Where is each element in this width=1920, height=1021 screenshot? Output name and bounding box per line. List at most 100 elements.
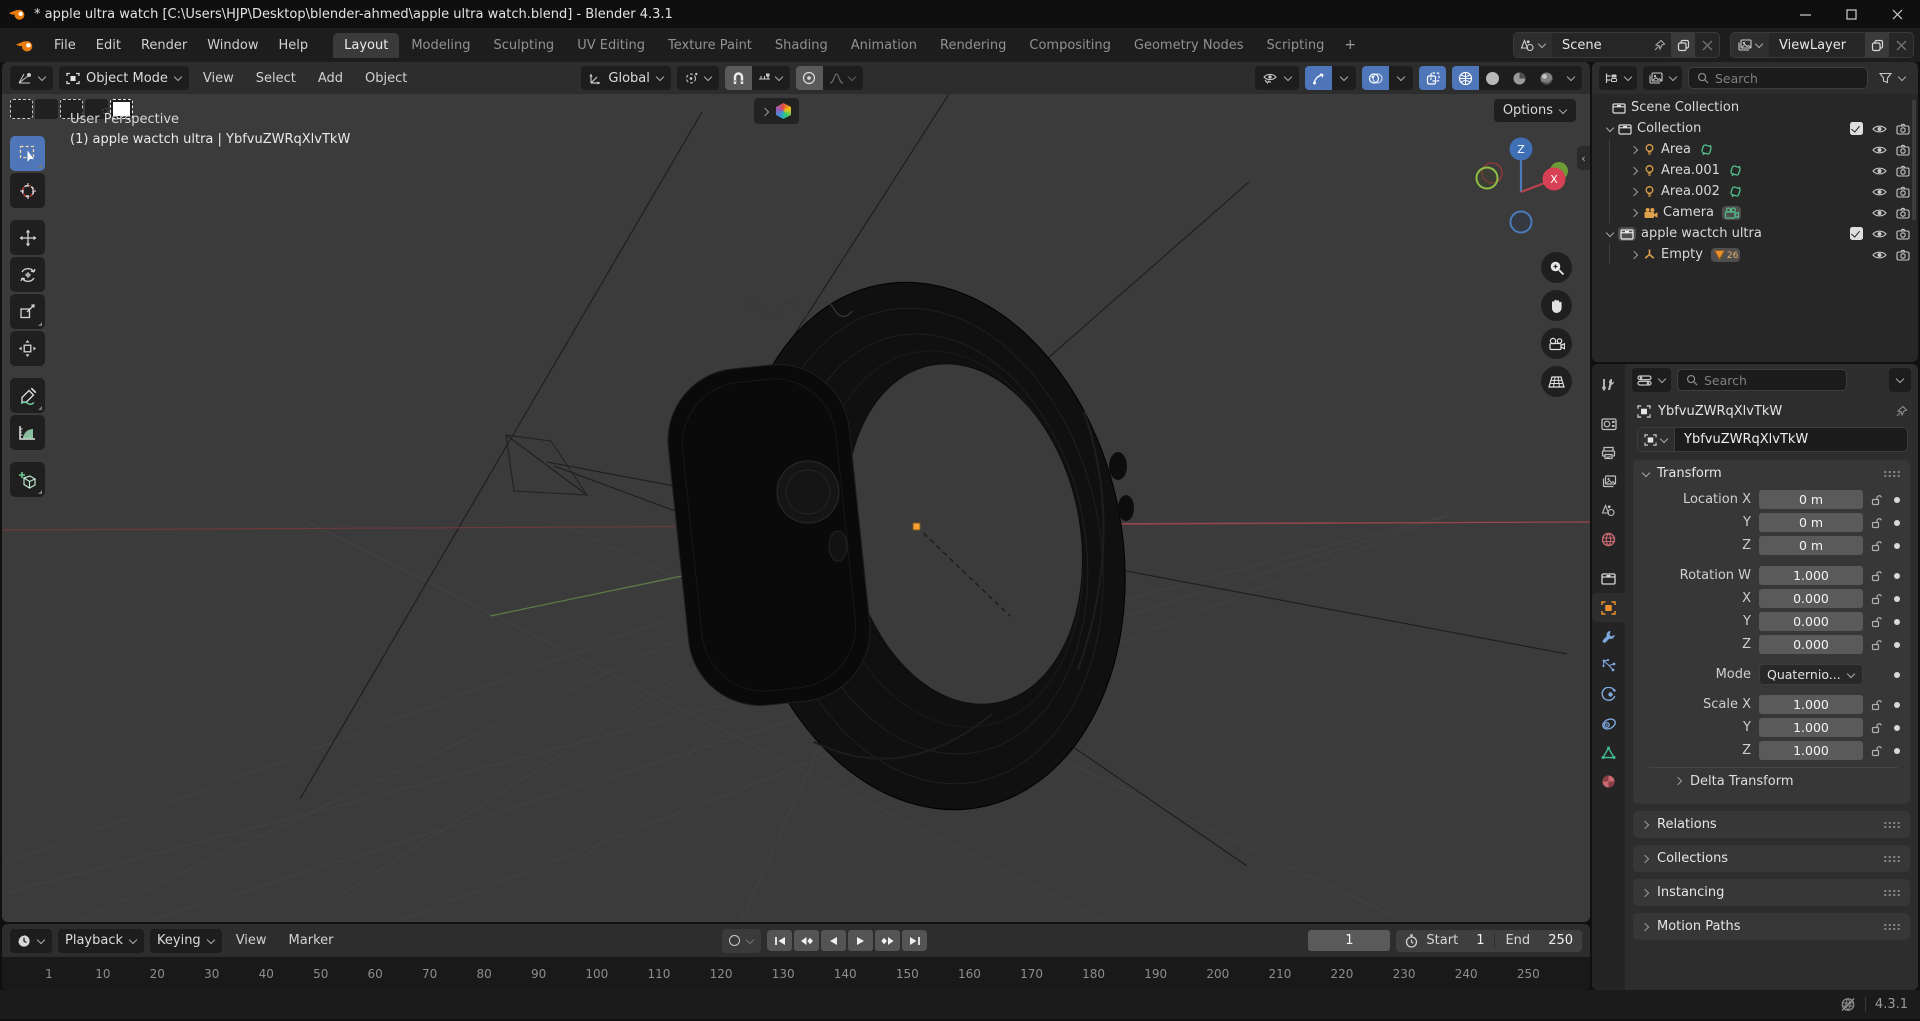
lock-icon[interactable] bbox=[1863, 745, 1889, 757]
tab-object[interactable] bbox=[1592, 593, 1625, 622]
workspace-tab-shading[interactable]: Shading bbox=[764, 33, 839, 58]
tab-constraints[interactable] bbox=[1592, 709, 1625, 738]
scale-x-field[interactable]: 1.000 bbox=[1759, 695, 1863, 714]
tab-physics[interactable] bbox=[1592, 680, 1625, 709]
frame-tick[interactable]: 130 bbox=[772, 967, 795, 981]
pan-button[interactable] bbox=[1541, 290, 1572, 321]
drag-grip-icon[interactable] bbox=[1883, 922, 1901, 931]
hide-viewport-toggle[interactable] bbox=[1868, 144, 1891, 156]
outliner-row-camera[interactable]: Camera bbox=[1592, 202, 1918, 223]
properties-search[interactable] bbox=[1677, 369, 1847, 391]
workspace-tab-rendering[interactable]: Rendering bbox=[929, 33, 1017, 58]
play-reverse-button[interactable] bbox=[821, 930, 847, 951]
move-tool[interactable] bbox=[10, 220, 45, 255]
add-workspace-button[interactable]: + bbox=[1336, 32, 1364, 58]
overlay-settings-dropdown[interactable] bbox=[1389, 66, 1413, 90]
animate-dot[interactable] bbox=[1889, 671, 1905, 678]
outliner-row-area-001[interactable]: Area.001 bbox=[1592, 160, 1918, 181]
disable-render-toggle[interactable] bbox=[1891, 144, 1914, 156]
frame-tick[interactable]: 220 bbox=[1331, 967, 1354, 981]
viewport-canvas[interactable]: Options ‹ User Perspective (1) apple wac… bbox=[2, 94, 1590, 922]
expand-area-icon[interactable] bbox=[1631, 146, 1639, 154]
collection-checkbox[interactable] bbox=[1845, 227, 1868, 240]
rotation-y-field[interactable]: 0.000 bbox=[1759, 612, 1863, 631]
location-x-field[interactable]: 0 m bbox=[1759, 490, 1863, 509]
scale-tool[interactable] bbox=[10, 294, 45, 329]
outliner-row-area[interactable]: Area bbox=[1592, 139, 1918, 160]
rotation-mode-dropdown[interactable]: Quaternio... bbox=[1759, 664, 1863, 685]
timeline-ruler[interactable]: 1 10 20 30 40 50 60 70 80 90 100 110 120 130 140 150 160… bbox=[2, 957, 1590, 990]
menu-edit[interactable]: Edit bbox=[87, 33, 130, 57]
workspace-tab-layout[interactable]: Layout bbox=[333, 33, 400, 58]
lock-icon[interactable] bbox=[1863, 494, 1889, 506]
relations-panel[interactable]: Relations bbox=[1633, 811, 1910, 838]
frame-tick[interactable]: 200 bbox=[1206, 967, 1229, 981]
rotation-z-field[interactable]: 0.000 bbox=[1759, 635, 1863, 654]
menu-help[interactable]: Help bbox=[270, 33, 318, 57]
motion-paths-panel[interactable]: Motion Paths bbox=[1633, 913, 1910, 940]
proportional-edit-toggle[interactable] bbox=[795, 66, 823, 90]
lock-icon[interactable] bbox=[1863, 517, 1889, 529]
frame-tick[interactable]: 170 bbox=[1020, 967, 1043, 981]
lock-icon[interactable] bbox=[1863, 639, 1889, 651]
shading-wireframe-button[interactable] bbox=[1452, 66, 1479, 90]
frame-tick[interactable]: 190 bbox=[1144, 967, 1167, 981]
frame-tick[interactable]: 160 bbox=[958, 967, 981, 981]
location-y-field[interactable]: 0 m bbox=[1759, 513, 1863, 532]
drag-grip-icon[interactable] bbox=[1883, 820, 1901, 829]
transform-tool[interactable] bbox=[10, 331, 45, 366]
shading-rendered-button[interactable] bbox=[1533, 66, 1560, 90]
playback-dropdown[interactable]: Playback bbox=[58, 928, 145, 953]
lock-icon[interactable] bbox=[1863, 540, 1889, 552]
snap-settings-dropdown[interactable] bbox=[752, 66, 790, 90]
hide-viewport-toggle[interactable] bbox=[1868, 249, 1891, 261]
hide-viewport-toggle[interactable] bbox=[1868, 228, 1891, 240]
maximize-button[interactable] bbox=[1828, 0, 1874, 28]
animate-dot[interactable] bbox=[1889, 618, 1905, 625]
tab-collection[interactable] bbox=[1592, 564, 1625, 593]
properties-editor-type-button[interactable] bbox=[1632, 368, 1671, 392]
animate-dot[interactable] bbox=[1889, 724, 1905, 731]
outliner-filter-button[interactable] bbox=[1874, 66, 1911, 90]
frame-tick[interactable]: 70 bbox=[422, 967, 437, 981]
outliner-search-input[interactable] bbox=[1715, 70, 1859, 86]
transform-orientation-dropdown[interactable]: Global bbox=[581, 66, 671, 90]
unlink-scene-button[interactable] bbox=[1695, 33, 1719, 57]
animate-dot[interactable] bbox=[1889, 572, 1905, 579]
outliner-row-apple-watch-collection[interactable]: apple wactch ultra bbox=[1592, 223, 1918, 244]
frame-tick[interactable]: 90 bbox=[531, 967, 546, 981]
shading-settings-dropdown[interactable] bbox=[1560, 66, 1582, 90]
disable-render-toggle[interactable] bbox=[1891, 249, 1914, 261]
frame-tick[interactable]: 50 bbox=[313, 967, 328, 981]
lock-icon[interactable] bbox=[1863, 593, 1889, 605]
menu-render[interactable]: Render bbox=[132, 33, 196, 57]
show-object-types-dropdown[interactable] bbox=[1255, 66, 1299, 90]
tab-view-layer[interactable] bbox=[1592, 467, 1625, 496]
disable-render-toggle[interactable] bbox=[1891, 207, 1914, 219]
instancing-panel[interactable]: Instancing bbox=[1633, 879, 1910, 906]
editor-type-button[interactable] bbox=[10, 66, 53, 90]
outliner-row-collection[interactable]: Collection bbox=[1592, 118, 1918, 139]
tab-world[interactable] bbox=[1592, 525, 1625, 554]
collection-checkbox[interactable] bbox=[1845, 122, 1868, 135]
end-frame-field[interactable]: 250 bbox=[1548, 933, 1573, 948]
menu-file[interactable]: File bbox=[45, 33, 85, 57]
breadcrumb-object-name[interactable]: YbfvuZWRqXlvTkW bbox=[1658, 404, 1782, 419]
play-button[interactable] bbox=[848, 930, 874, 951]
xray-toggle[interactable] bbox=[1419, 66, 1446, 90]
lock-icon[interactable] bbox=[1863, 616, 1889, 628]
stopwatch-icon[interactable] bbox=[1405, 933, 1418, 948]
close-button[interactable] bbox=[1874, 0, 1920, 28]
new-view-layer-button[interactable] bbox=[1865, 33, 1889, 57]
asset-shelf-toggle[interactable] bbox=[754, 98, 799, 124]
disable-render-toggle[interactable] bbox=[1891, 228, 1914, 240]
current-frame-field[interactable]: 1 bbox=[1308, 930, 1391, 951]
next-keyframe-button[interactable] bbox=[875, 930, 901, 951]
pin-icon[interactable] bbox=[1895, 405, 1908, 418]
snap-toggle[interactable] bbox=[724, 66, 752, 90]
outliner-row-area-002[interactable]: Area.002 bbox=[1592, 181, 1918, 202]
scene-browse-button[interactable] bbox=[1514, 33, 1552, 57]
rotate-tool[interactable] bbox=[10, 257, 45, 292]
new-scene-button[interactable] bbox=[1671, 33, 1695, 57]
location-z-field[interactable]: 0 m bbox=[1759, 536, 1863, 555]
